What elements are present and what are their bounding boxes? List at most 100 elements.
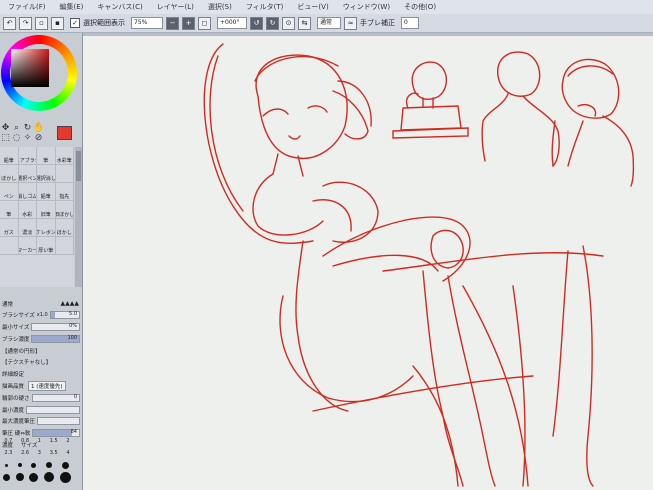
size-preset[interactable]: 0.8	[21, 438, 29, 444]
primary-color-swatch[interactable]	[57, 126, 72, 140]
zoom-in-icon[interactable]: +	[182, 16, 195, 30]
menu-other[interactable]: その他(O)	[404, 2, 436, 12]
zoom-out-icon[interactable]: −	[166, 16, 179, 30]
brush-slot[interactable]: ケレボン	[37, 219, 56, 236]
menu-select[interactable]: 選択(S)	[208, 2, 232, 12]
size-dot[interactable]	[4, 463, 8, 467]
wand-icon[interactable]: ✧	[22, 133, 33, 143]
brush-slot[interactable]: 筆	[0, 201, 19, 218]
menu-file[interactable]: ファイル(F)	[8, 2, 46, 12]
brush-slot[interactable]: ぼかし	[56, 219, 74, 236]
lasso-icon[interactable]: ◌	[11, 133, 22, 143]
quality-label: 描画品質	[2, 384, 25, 391]
size-dot[interactable]	[29, 472, 39, 482]
menu-edit[interactable]: 編集(E)	[60, 2, 84, 12]
brush-size-multiplier[interactable]: x1.0	[37, 312, 48, 318]
brush-slot[interactable]	[0, 237, 19, 254]
brush-slot[interactable]: 厚い筆	[37, 237, 56, 254]
size-dot[interactable]	[46, 462, 53, 468]
brush-size-slider[interactable]: 5.0	[49, 311, 80, 320]
zoom-reset-icon[interactable]: ◻	[198, 16, 211, 30]
brush-slot[interactable]: 指先	[56, 183, 74, 200]
brush-shape-icons[interactable]: ▲▲▲▲	[61, 300, 79, 307]
rotate-reset-icon[interactable]: ⊙	[282, 16, 295, 30]
drawing-canvas[interactable]	[83, 36, 653, 490]
brush-slot[interactable]: 鉛筆	[37, 183, 56, 200]
size-preset[interactable]: 1	[38, 438, 41, 444]
stabilizer-select[interactable]: 0	[401, 17, 419, 29]
blend-mode-label[interactable]: 通常	[0, 300, 13, 308]
size-preset[interactable]: 2.3	[4, 450, 12, 456]
brush-slot[interactable]: 選択消し	[37, 165, 56, 182]
invert-selection-icon[interactable]: ▪	[51, 16, 64, 30]
size-preset[interactable]: 4	[66, 450, 69, 456]
color-wheel[interactable]	[1, 35, 77, 111]
select-icon[interactable]: ⬚	[0, 133, 11, 143]
detail-settings-label[interactable]: 詳細設定	[0, 370, 24, 378]
brush-slot[interactable]: 水彩	[19, 201, 37, 218]
edge-shape-select[interactable]: 【通常の円形】	[0, 347, 41, 355]
size-preset[interactable]: 3.5	[50, 450, 58, 456]
size-dot[interactable]	[60, 471, 72, 483]
edge-hardness-slider[interactable]: 0	[31, 393, 80, 402]
texture-select[interactable]: 【テクスチャなし】	[0, 358, 51, 366]
brush-slot[interactable]: ペン	[0, 183, 19, 200]
brush-slot[interactable]: 筆	[37, 147, 56, 164]
select-display-checkbox[interactable]: ✓	[70, 18, 80, 28]
size-preset[interactable]: 1.5	[50, 438, 58, 444]
flip-icon[interactable]: ⇆	[298, 16, 311, 30]
zoom-icon[interactable]: ⌕	[11, 123, 22, 133]
size-preset[interactable]: 2.6	[21, 450, 29, 456]
menu-canvas[interactable]: キャンバス(C)	[97, 2, 142, 12]
brush-slot[interactable]: ガス	[0, 219, 19, 236]
menu-view[interactable]: ビュー(V)	[297, 2, 328, 12]
brush-slot[interactable]: 選択ペン	[19, 165, 37, 182]
brush-slot[interactable]: 鉛筆	[0, 147, 19, 164]
undo-icon[interactable]: ↶	[3, 16, 16, 30]
max-pressure-slider[interactable]	[37, 417, 80, 426]
density-slider[interactable]: 100	[31, 334, 80, 343]
move-icon[interactable]: ✥	[0, 123, 11, 133]
hand-icon[interactable]: ✋	[33, 123, 44, 133]
saturation-value-square[interactable]	[11, 49, 49, 87]
brush-slot[interactable]: 旧ぼかし	[56, 201, 74, 218]
menu-filter[interactable]: フィルタ(T)	[246, 2, 284, 12]
brush-slot[interactable]: 消しゴム	[19, 183, 37, 200]
size-dot[interactable]	[62, 461, 70, 469]
rotation-field[interactable]: +000°	[217, 17, 247, 29]
brush-slot[interactable]: マーカー	[19, 237, 37, 254]
brush-slot[interactable]: エアブラシ	[19, 147, 37, 164]
size-dot[interactable]	[15, 473, 24, 481]
brush-slot[interactable]: 旧筆	[37, 201, 56, 218]
size-preset[interactable]: 2	[66, 438, 69, 444]
rotate-left-icon[interactable]: ↺	[250, 16, 263, 30]
brush-slot[interactable]: 水彩筆	[56, 147, 74, 164]
size-dot[interactable]	[31, 462, 37, 468]
toolbar: ↶ ↷ ▫ ▪ ✓ 選択範囲表示 75% − + ◻ +000° ↺ ↻ ⊙ ⇆…	[0, 14, 653, 33]
min-size-slider[interactable]: 0%	[31, 323, 80, 332]
size-preset[interactable]: 3	[38, 450, 41, 456]
eyedropper-icon[interactable]: ⊘	[33, 133, 44, 143]
size-dot[interactable]	[44, 472, 55, 482]
menu-layer[interactable]: レイヤー(L)	[157, 2, 194, 12]
rotate-right-icon[interactable]: ↻	[266, 16, 279, 30]
brush-slot[interactable]: ぼかし	[0, 165, 19, 182]
zoom-field[interactable]: 75%	[131, 17, 163, 29]
stabilizer-icon: ≈	[344, 16, 357, 30]
size-dot[interactable]	[2, 473, 10, 481]
deselect-icon[interactable]: ▫	[35, 16, 48, 30]
brush-slot[interactable]	[56, 165, 74, 182]
brush-slot[interactable]: 濃淡	[19, 219, 37, 236]
quality-select[interactable]: 1 (速度優先)	[28, 381, 66, 392]
menu-window[interactable]: ウィンドウ(W)	[343, 2, 390, 12]
size-dot[interactable]	[17, 463, 22, 467]
canvas-area[interactable]	[83, 33, 653, 490]
brush-slot[interactable]	[56, 237, 74, 254]
blend-mode-field[interactable]: 通常	[317, 17, 341, 29]
rotate-icon[interactable]: ↻	[22, 123, 33, 133]
tool-panel: ✥⌕↻✋ ⬚◌✧⊘ 鉛筆エアブラシ筆水彩筆 ぼかし選択ペン選択消し ペン消しゴム…	[0, 33, 83, 490]
brush-scrollbar[interactable]	[75, 147, 82, 287]
min-density-slider[interactable]	[26, 405, 80, 414]
size-preset[interactable]: 0.7	[4, 438, 12, 444]
redo-icon[interactable]: ↷	[19, 16, 32, 30]
